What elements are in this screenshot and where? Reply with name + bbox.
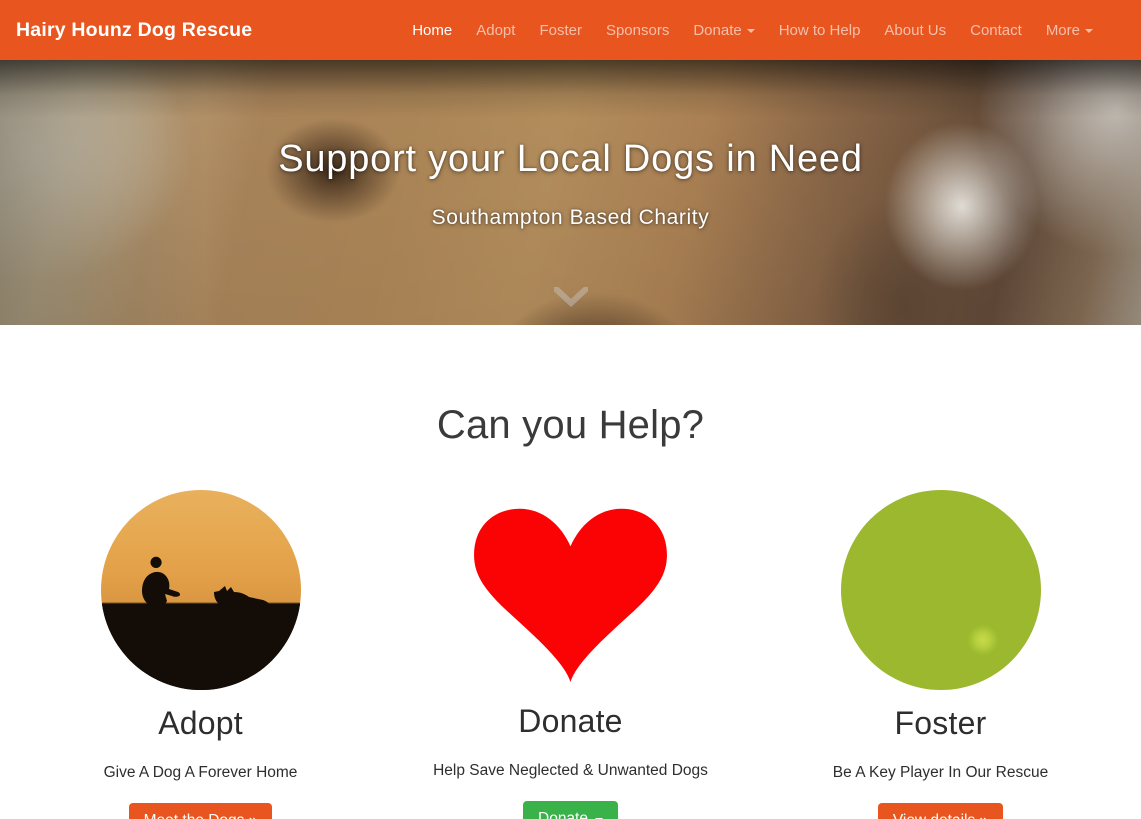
nav-link-home[interactable]: Home [400, 14, 464, 47]
help-card-adopt: Adopt Give A Dog A Forever Home Meet the D… [16, 490, 386, 819]
nav-link-adopt[interactable]: Adopt [464, 14, 527, 47]
nav-link-foster[interactable]: Foster [527, 14, 594, 47]
hero-subtitle: Southampton Based Charity [431, 206, 710, 229]
nav-link-more[interactable]: More [1034, 14, 1105, 47]
card-text-adopt: Give A Dog A Forever Home [103, 764, 298, 781]
main-content: Can you Help? Adopt Give A Dog A Forever … [0, 403, 1141, 819]
nav-link-label: Home [412, 21, 453, 39]
nav-link-label: Foster [539, 21, 582, 39]
nav-link-donate[interactable]: Donate [681, 14, 766, 47]
nav-link-label: Donate [693, 21, 742, 39]
nav-link-label: About Us [884, 21, 947, 39]
help-card-donate: Donate Help Save Neglected & Unwanted Dog… [386, 490, 756, 819]
card-button-label: Meet the Dogs » [144, 812, 258, 819]
adopt-silhouette-image [100, 490, 301, 690]
card-button-foster[interactable]: View details » [877, 803, 1004, 819]
hero-title: Support your Local Dogs in Need [278, 138, 863, 180]
foster-puppy-image [840, 490, 1041, 690]
page-title: Can you Help? [436, 403, 705, 447]
main-navbar: Hairy Hounz Dog Rescue Home Adopt Foster Sp… [0, 0, 1141, 60]
card-title-foster: Foster [894, 705, 987, 741]
card-button-label: Donate [538, 810, 588, 819]
nav-link-sponsors[interactable]: Sponsors [594, 14, 681, 47]
card-title-donate: Donate [518, 703, 623, 739]
nav-link-label: How to Help [778, 21, 861, 39]
help-card-foster: Foster Be A Key Player In Our Rescue View … [756, 490, 1126, 819]
card-text-donate: Help Save Neglected & Unwanted Dogs [433, 762, 708, 779]
card-title-adopt: Adopt [158, 705, 243, 741]
nav-links: Home Adopt Foster Sponsors Donate How to Help… [400, 14, 1125, 47]
card-text-foster: Be A Key Player In Our Rescue [832, 764, 1049, 781]
brand-logo[interactable]: Hairy Hounz Dog Rescue [16, 19, 252, 42]
card-button-adopt[interactable]: Meet the Dogs » [128, 803, 273, 819]
card-button-donate[interactable]: Donate [523, 801, 618, 819]
nav-link-label: Contact [970, 21, 1022, 39]
card-button-label: View details » [893, 812, 988, 819]
hero-content: Support your Local Dogs in Need Southamp… [0, 60, 1141, 325]
nav-link-label: Adopt [476, 21, 516, 39]
chevron-down-icon [746, 29, 755, 33]
nav-link-about-us[interactable]: About Us [872, 14, 958, 47]
chevron-down-icon [1085, 29, 1093, 33]
nav-link-how-to-help[interactable]: How to Help [767, 14, 873, 47]
help-cards-row: Adopt Give A Dog A Forever Home Meet the D… [0, 490, 1141, 819]
nav-link-contact[interactable]: Contact [958, 14, 1034, 47]
nav-link-label: Sponsors [605, 21, 670, 39]
red-heart-image [470, 490, 671, 690]
hero-banner: Support your Local Dogs in Need Southamp… [0, 60, 1141, 325]
nav-link-label: More [1045, 21, 1080, 39]
